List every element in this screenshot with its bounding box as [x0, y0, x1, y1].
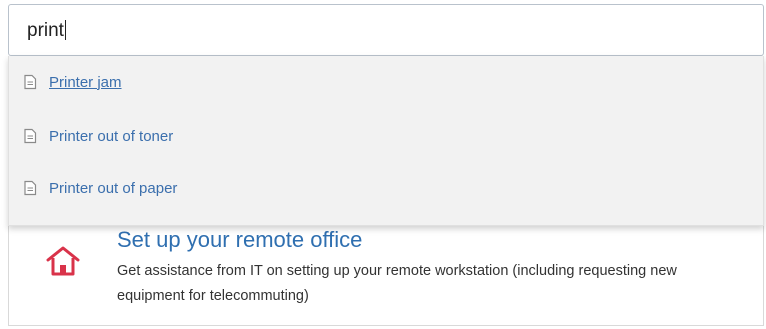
document-icon [23, 180, 37, 196]
document-icon [23, 128, 37, 144]
suggestion-label[interactable]: Printer out of paper [49, 180, 177, 197]
card-description: Get assistance from IT on setting up you… [117, 263, 677, 304]
suggestion-dropdown: Printer jam Printer out of toner Printer… [8, 56, 764, 226]
suggestion-item-printer-out-of-paper[interactable]: Printer out of paper [9, 162, 763, 214]
suggestion-label[interactable]: Printer out of toner [49, 128, 173, 145]
search-input[interactable]: print [8, 4, 764, 56]
document-icon [23, 74, 37, 90]
suggestion-item-printer-jam[interactable]: Printer jam [9, 56, 763, 108]
card-title[interactable]: Set up your remote office [117, 227, 362, 253]
home-icon [45, 243, 81, 279]
text-caret [64, 20, 66, 40]
suggestion-item-printer-out-of-toner[interactable]: Printer out of toner [9, 110, 763, 162]
suggestion-label[interactable]: Printer jam [49, 74, 122, 91]
search-input-value[interactable]: print [27, 21, 64, 40]
page: print Printer jam Printer out of toner P… [0, 0, 766, 329]
request-type-card[interactable]: Set up your remote office Get assistance… [8, 212, 764, 326]
